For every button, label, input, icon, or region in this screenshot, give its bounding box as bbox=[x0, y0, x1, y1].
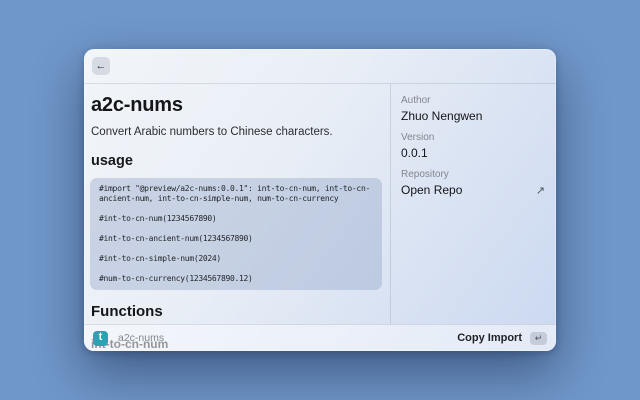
footer-app-name: a2c-nums bbox=[118, 332, 164, 344]
author-label: Author bbox=[401, 95, 545, 106]
package-description: Convert Arabic numbers to Chinese charac… bbox=[91, 126, 383, 138]
footer-bar: t a2c-nums Copy Import ↵ bbox=[84, 324, 556, 351]
code-line: #import "@preview/a2c-nums:0.0.1": int-t… bbox=[99, 184, 373, 194]
copy-import-label: Copy Import bbox=[457, 332, 522, 344]
copy-import-button[interactable]: Copy Import ↵ bbox=[457, 332, 547, 345]
page-title: a2c-nums bbox=[91, 94, 383, 117]
window-header: ← bbox=[84, 49, 556, 84]
author-name: Zhuo Nengwen bbox=[401, 109, 545, 123]
functions-heading: Functions bbox=[91, 303, 383, 320]
back-arrow-icon: ← bbox=[96, 61, 107, 72]
code-line: ancient-num, int-to-cn-simple-num, num-t… bbox=[99, 194, 373, 204]
code-line: #num-to-cn-currency(1234567890.12) bbox=[99, 274, 373, 284]
code-line: #int-to-cn-ancient-num(1234567890) bbox=[99, 234, 373, 244]
typst-app-icon: t bbox=[93, 331, 108, 346]
external-link-icon: ↗ bbox=[536, 184, 545, 197]
version-label: Version bbox=[401, 132, 545, 143]
package-detail-panel: a2c-nums Convert Arabic numbers to Chine… bbox=[84, 84, 390, 324]
usage-code-block: #import "@preview/a2c-nums:0.0.1": int-t… bbox=[90, 178, 382, 290]
metadata-sidebar: Author Zhuo Nengwen Version 0.0.1 Reposi… bbox=[391, 84, 556, 324]
enter-key-icon: ↵ bbox=[530, 332, 547, 345]
extension-window: ← a2c-nums Convert Arabic numbers to Chi… bbox=[84, 49, 556, 351]
open-repo-label: Open Repo bbox=[401, 183, 536, 197]
back-button[interactable]: ← bbox=[92, 57, 110, 75]
main-area: a2c-nums Convert Arabic numbers to Chine… bbox=[84, 84, 556, 324]
repository-label: Repository bbox=[401, 169, 545, 180]
open-repo-link[interactable]: Open Repo ↗ bbox=[401, 183, 545, 197]
author-value: Zhuo Nengwen bbox=[401, 109, 545, 123]
typst-letter: t bbox=[99, 332, 103, 343]
usage-heading: usage bbox=[91, 153, 383, 169]
code-line: #int-to-cn-simple-num(2024) bbox=[99, 254, 373, 264]
version-number: 0.0.1 bbox=[401, 146, 545, 160]
code-line: #int-to-cn-num(1234567890) bbox=[99, 214, 373, 224]
version-value: 0.0.1 bbox=[401, 146, 545, 160]
